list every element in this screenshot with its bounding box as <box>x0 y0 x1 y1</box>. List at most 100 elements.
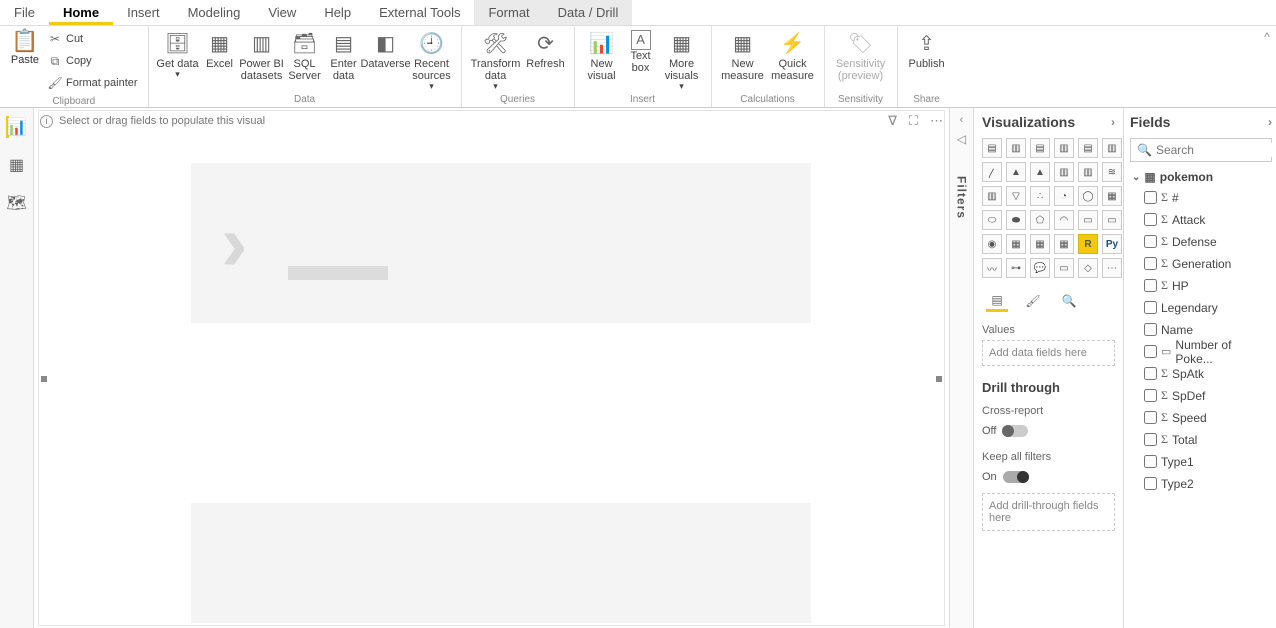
field-checkbox[interactable] <box>1144 477 1157 490</box>
sql-server-button[interactable]: 🗃SQL Server <box>285 28 325 82</box>
viz-clustered-bar[interactable]: ▤ <box>1030 138 1050 158</box>
viz-qa[interactable]: 💬 <box>1030 258 1050 278</box>
analytics-tab[interactable]: 🔍 <box>1058 290 1080 312</box>
viz-table[interactable]: ▦ <box>1030 234 1050 254</box>
collapse-visualizations-icon[interactable]: › <box>1111 115 1115 129</box>
fields-search[interactable]: 🔍 <box>1130 138 1272 162</box>
viz-more[interactable]: ⋯ <box>1102 258 1122 278</box>
menu-insert[interactable]: Insert <box>113 0 174 25</box>
field-checkbox[interactable] <box>1144 301 1157 314</box>
paste-button[interactable]: 📋 Paste <box>6 28 44 66</box>
menu-format[interactable]: Format <box>474 0 543 25</box>
field-type2[interactable]: Type2 <box>1144 474 1272 493</box>
viz-100-column[interactable]: ▥ <box>1102 138 1122 158</box>
viz-waterfall[interactable]: ▥ <box>982 186 1002 206</box>
excel-button[interactable]: ▦Excel <box>201 28 239 70</box>
field-speed[interactable]: ΣSpeed <box>1144 408 1272 427</box>
viz-line[interactable]: 〳 <box>982 162 1002 182</box>
field-spdef[interactable]: ΣSpDef <box>1144 386 1272 405</box>
field-legendary[interactable]: Legendary <box>1144 298 1272 317</box>
ribbon-collapse-button[interactable]: ^ <box>1258 26 1276 107</box>
get-data-button[interactable]: 🗄Get data▾ <box>155 28 201 80</box>
field-attack[interactable]: ΣAttack <box>1144 210 1272 229</box>
menu-view[interactable]: View <box>254 0 310 25</box>
viz-filled-map[interactable]: ⬬ <box>1006 210 1026 230</box>
viz-clustered-column[interactable]: ▥ <box>1054 138 1074 158</box>
field-checkbox[interactable] <box>1144 213 1157 226</box>
fields-tab[interactable]: ▤ <box>986 290 1008 312</box>
filters-pane-collapsed[interactable]: ‹ ◁ Filters <box>950 108 974 628</box>
viz-slicer[interactable]: ▦ <box>1006 234 1026 254</box>
viz-paginated[interactable]: ◇ <box>1078 258 1098 278</box>
drill-through-dropzone[interactable]: Add drill-through fields here <box>982 493 1115 531</box>
field-hp[interactable]: ΣHP <box>1144 276 1272 295</box>
field-checkbox[interactable] <box>1144 235 1157 248</box>
menu-data-drill[interactable]: Data / Drill <box>544 0 633 25</box>
viz-decomp[interactable]: ⊶ <box>1006 258 1026 278</box>
field-checkbox[interactable] <box>1144 323 1157 336</box>
quick-measure-button[interactable]: ⚡Quick measure <box>768 28 818 82</box>
viz-area[interactable]: ▲ <box>1006 162 1026 182</box>
cross-report-toggle[interactable] <box>1002 425 1028 437</box>
menu-home[interactable]: Home <box>49 0 113 25</box>
text-box-button[interactable]: AText box <box>623 28 659 74</box>
viz-python[interactable]: Py <box>1102 234 1122 254</box>
viz-matrix[interactable]: ▦ <box>1054 234 1074 254</box>
viz-treemap[interactable]: ▦ <box>1102 186 1122 206</box>
enter-data-button[interactable]: ▤Enter data <box>325 28 363 82</box>
field-checkbox[interactable] <box>1144 367 1157 380</box>
viz-100-bar[interactable]: ▤ <box>1078 138 1098 158</box>
field-checkbox[interactable] <box>1144 433 1157 446</box>
menu-external-tools[interactable]: External Tools <box>365 0 474 25</box>
menu-help[interactable]: Help <box>310 0 365 25</box>
viz-stacked-column[interactable]: ▥ <box>1006 138 1026 158</box>
values-dropzone[interactable]: Add data fields here <box>982 340 1115 366</box>
data-view-button[interactable]: ▦ <box>6 154 28 176</box>
recent-sources-button[interactable]: 🕘Recent sources▾ <box>409 28 455 92</box>
transform-data-button[interactable]: 🛠Transform data▾ <box>468 28 524 92</box>
keep-filters-toggle[interactable] <box>1003 471 1029 483</box>
field--[interactable]: Σ# <box>1144 188 1272 207</box>
resize-handle-left[interactable] <box>41 376 47 382</box>
focus-mode-icon[interactable]: ⛶ <box>909 113 918 129</box>
field-checkbox[interactable] <box>1144 411 1157 424</box>
viz-kpi[interactable]: ◉ <box>982 234 1002 254</box>
viz-shape-map[interactable]: ⬠ <box>1030 210 1050 230</box>
field-type1[interactable]: Type1 <box>1144 452 1272 471</box>
field-checkbox[interactable] <box>1144 389 1157 402</box>
field-checkbox[interactable] <box>1144 279 1157 292</box>
viz-funnel[interactable]: ▽ <box>1006 186 1026 206</box>
field-total[interactable]: ΣTotal <box>1144 430 1272 449</box>
collapse-fields-icon[interactable]: › <box>1268 115 1272 129</box>
expand-filters-icon[interactable]: ‹ <box>960 114 964 126</box>
field-number-of-poke-[interactable]: ▭Number of Poke... <box>1144 342 1272 361</box>
format-painter-button[interactable]: 🖌Format painter <box>44 72 142 94</box>
field-checkbox[interactable] <box>1144 345 1157 358</box>
fields-search-input[interactable] <box>1156 143 1276 157</box>
viz-r-script[interactable]: R <box>1078 234 1098 254</box>
field-spatk[interactable]: ΣSpAtk <box>1144 364 1272 383</box>
refresh-button[interactable]: ⟳Refresh <box>524 28 568 70</box>
field-checkbox[interactable] <box>1144 191 1157 204</box>
format-tab[interactable]: 🖌 <box>1022 290 1044 312</box>
publish-button[interactable]: ⇪Publish <box>904 28 950 70</box>
report-view-button[interactable]: 📊 <box>6 116 28 138</box>
copy-button[interactable]: ⧉Copy <box>44 50 142 72</box>
viz-ribbon[interactable]: ≋ <box>1102 162 1122 182</box>
viz-line-column2[interactable]: ▥ <box>1078 162 1098 182</box>
field-name[interactable]: Name <box>1144 320 1272 339</box>
viz-pie[interactable]: ◔ <box>1054 186 1074 206</box>
dataverse-button[interactable]: ◧Dataverse <box>363 28 409 70</box>
viz-key-influencers[interactable]: 〰 <box>982 258 1002 278</box>
field-checkbox[interactable] <box>1144 455 1157 468</box>
viz-scatter[interactable]: ∴ <box>1030 186 1050 206</box>
table-node-pokemon[interactable]: ⌄ ▦ pokemon <box>1130 170 1272 184</box>
report-canvas[interactable]: i Select or drag fields to populate this… <box>34 108 950 628</box>
viz-card[interactable]: ▭ <box>1078 210 1098 230</box>
viz-gauge[interactable]: ◠ <box>1054 210 1074 230</box>
viz-multi-card[interactable]: ▭ <box>1102 210 1122 230</box>
viz-map[interactable]: ⬭ <box>982 210 1002 230</box>
viz-line-column[interactable]: ▥ <box>1054 162 1074 182</box>
new-measure-button[interactable]: ▦New measure <box>718 28 768 82</box>
r-visual-placeholder[interactable]: › . R <box>40 132 943 620</box>
